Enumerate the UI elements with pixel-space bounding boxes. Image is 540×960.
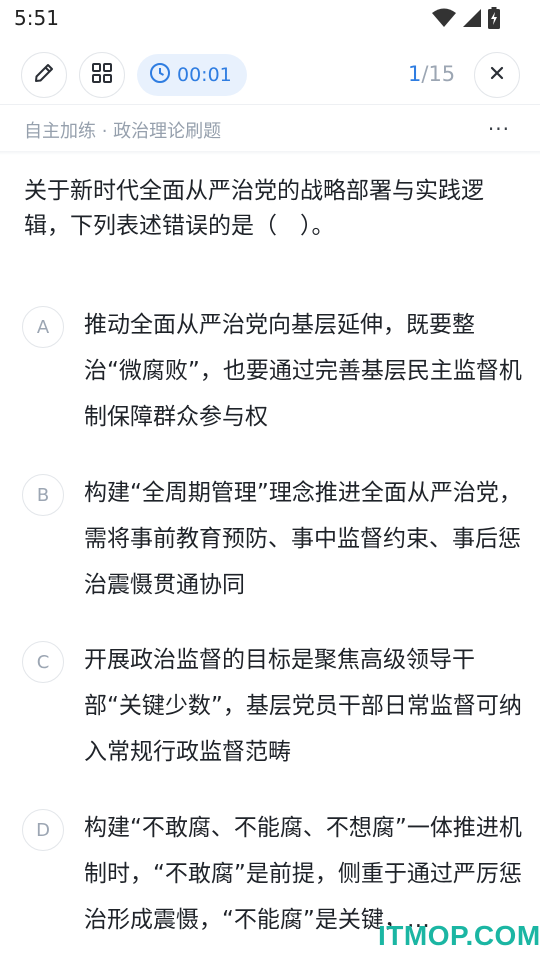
question-progress: 1/15 [408, 62, 455, 86]
close-icon [488, 64, 506, 86]
practice-title: 自主加练 · 政治理论刷题 [24, 121, 222, 142]
more-options-button[interactable]: ··· [488, 117, 510, 141]
watermark-logo: ITMOP.COM [378, 920, 540, 951]
signal-icon [462, 8, 482, 32]
edit-button[interactable] [21, 52, 67, 98]
practice-header: 自主加练 · 政治理论刷题 ··· [0, 104, 540, 152]
header-divider [0, 151, 540, 155]
option-text: 构建“全周期管理”理念推进全面从严治党，需将事前教育预防、事中监督约束、事后惩治… [84, 480, 522, 598]
progress-current: 1 [408, 62, 422, 86]
wifi-icon [432, 8, 456, 32]
option-text: 推动全面从严治党向基层延伸，既要整治“微腐败”，也要通过完善基层民主监督机制保障… [84, 312, 522, 430]
close-button[interactable] [474, 52, 520, 98]
status-time: 5:51 [14, 6, 59, 30]
option-letter: C [22, 641, 64, 683]
question-text: 关于新时代全面从严治党的战略部署与实践逻辑，下列表述错误的是（ ）。 [24, 178, 484, 239]
status-bar: 5:51 [0, 0, 540, 38]
toolbar: 00:01 1/15 [0, 50, 540, 102]
pencil-icon [32, 61, 56, 89]
option-letter: A [22, 306, 64, 348]
option-text: 开展政治监督的目标是聚焦高级领导干部“关键少数”，基层党员干部日常监督可纳入常规… [84, 647, 522, 765]
clock-icon [149, 62, 171, 88]
grid-icon [90, 61, 114, 89]
option-letter: B [22, 474, 64, 516]
timer[interactable]: 00:01 [137, 54, 247, 96]
status-icons [432, 7, 500, 33]
timer-text: 00:01 [177, 64, 232, 86]
progress-total: /15 [421, 62, 456, 86]
battery-icon [488, 7, 500, 33]
question-grid-button[interactable] [79, 52, 125, 98]
option-letter: D [22, 809, 64, 851]
